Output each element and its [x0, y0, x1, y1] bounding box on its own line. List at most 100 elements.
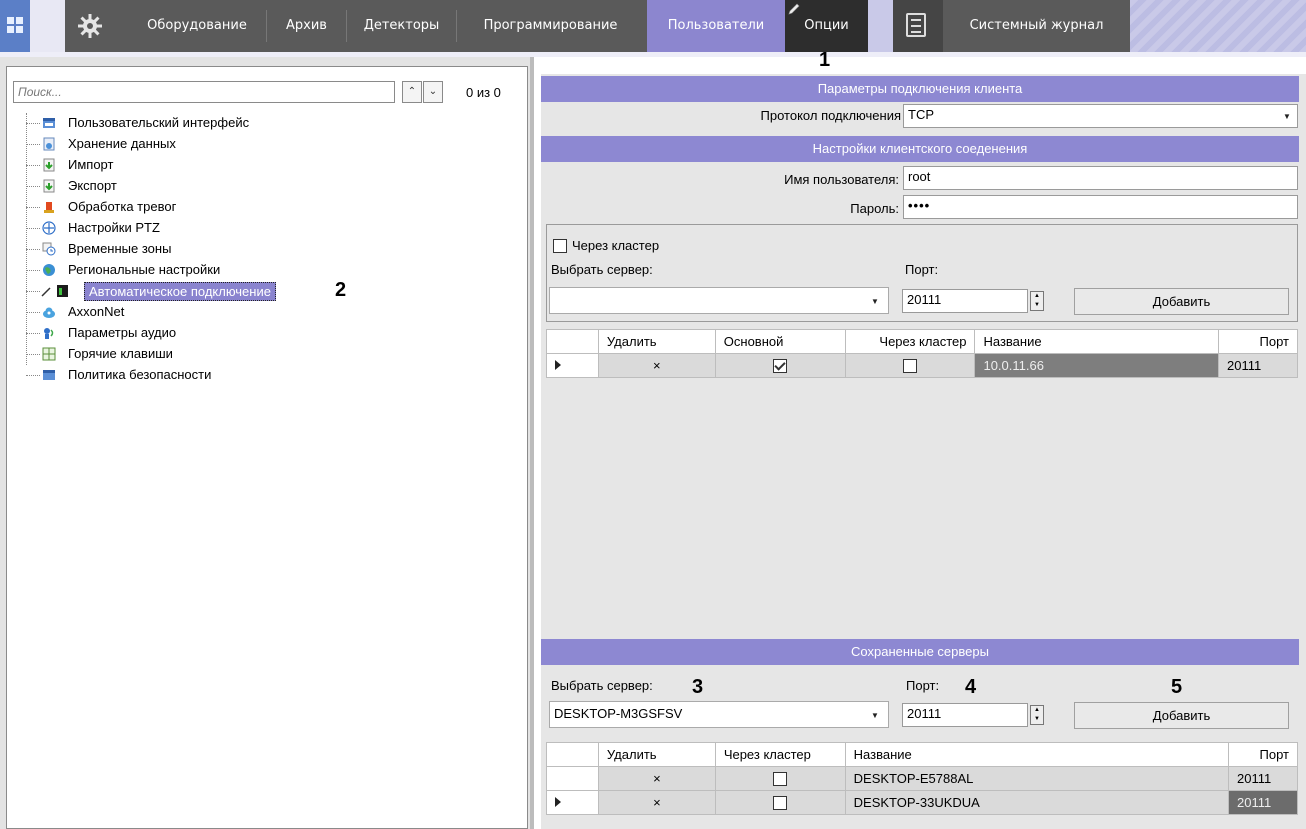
callout-3: 3 — [692, 676, 704, 698]
saved-servers-header: Сохраненные серверы — [541, 639, 1299, 665]
nav-tab-system-journal[interactable]: Системный журнал — [943, 0, 1130, 52]
client-connection-header: Настройки клиентского соеденения — [541, 136, 1299, 162]
callout-1: 1 — [819, 49, 831, 71]
primary-checkbox[interactable] — [773, 359, 788, 374]
import-icon — [43, 158, 55, 172]
table-header-cell: Основной — [714, 329, 846, 354]
saved-port-field[interactable]: 20111 — [902, 703, 1028, 727]
port-field[interactable]: 20111 — [902, 289, 1028, 313]
table-header-cell — [546, 329, 599, 354]
username-label: Имя пользователя: — [784, 172, 899, 187]
saved-server-select[interactable]: DESKTOP-M3GSFSV — [549, 701, 889, 728]
export-icon — [43, 179, 55, 193]
table-header-row: Удалить Основной Через кластер Название … — [546, 329, 1298, 354]
row-pointer-icon — [555, 360, 561, 370]
search-match-count: 0 из 0 — [466, 85, 501, 100]
saved-servers-table: Удалить Через кластер Название Порт × DE… — [546, 742, 1298, 815]
via-cluster-cell[interactable] — [844, 353, 976, 378]
saved-add-button[interactable]: Добавить — [1074, 702, 1289, 729]
primary-cell[interactable] — [714, 353, 846, 378]
time-zones-icon — [42, 242, 56, 256]
globe-icon — [43, 264, 55, 276]
port-label: Порт: — [905, 262, 939, 277]
add-button[interactable]: Добавить — [1074, 288, 1289, 315]
top-navigation: Оборудование Архив Детекторы Программиро… — [0, 0, 1306, 70]
name-cell[interactable]: DESKTOP-E5788AL — [844, 766, 1230, 791]
gear-icon[interactable] — [78, 14, 102, 38]
password-label: Пароль: — [850, 201, 899, 216]
password-field[interactable]: •••• — [903, 195, 1298, 219]
connection-params-header: Параметры подключения клиента — [541, 76, 1299, 102]
table-header-cell: Удалить — [597, 742, 716, 767]
delete-cell[interactable]: × — [597, 766, 716, 791]
port-cell[interactable]: 20111 — [1228, 790, 1298, 815]
row-pointer-icon — [555, 797, 561, 807]
nav-tab-detectors[interactable]: Детекторы — [347, 0, 456, 52]
table-header-cell: Название — [974, 329, 1220, 354]
table-header-cell — [546, 742, 599, 767]
callout-5: 5 — [1171, 676, 1183, 698]
tree-line — [26, 113, 27, 365]
delete-cell[interactable]: × — [597, 790, 716, 815]
table-row[interactable]: × 10.0.11.66 20111 — [546, 353, 1298, 378]
cloud-icon — [43, 307, 55, 318]
via-cluster-cell[interactable] — [714, 766, 846, 791]
nav-spacer — [30, 0, 65, 52]
ptz-icon — [42, 221, 56, 235]
port-stepper[interactable]: ▲ ▼ — [1030, 291, 1044, 311]
row-indicator — [546, 353, 599, 378]
table-row[interactable]: × DESKTOP-33UKDUA 20111 — [546, 790, 1298, 815]
row-indicator — [546, 790, 599, 815]
port-label: Порт: — [906, 678, 940, 693]
storage-icon — [43, 137, 55, 151]
nav-tab-archive[interactable]: Архив — [267, 0, 346, 52]
journal-icon[interactable] — [906, 13, 926, 37]
nav-tab-programming[interactable]: Программирование — [457, 0, 644, 52]
port-cell[interactable]: 20111 — [1218, 353, 1298, 378]
table-header-cell: Через кластер — [844, 329, 976, 354]
pencil-icon — [788, 3, 800, 15]
auto-connect-icon — [41, 285, 68, 297]
via-cluster-cell[interactable] — [714, 790, 846, 815]
window-icon — [43, 118, 55, 128]
security-icon — [43, 370, 55, 380]
table-header-cell: Порт — [1228, 742, 1298, 767]
nav-tab-users[interactable]: Пользователи — [647, 0, 785, 52]
server-select[interactable] — [549, 287, 889, 314]
nav-background-pattern — [1130, 0, 1306, 52]
table-header-cell: Порт — [1218, 329, 1298, 354]
nav-spacer — [868, 0, 893, 52]
chevron-down-icon: ▼ — [871, 711, 879, 720]
servers-table: Удалить Основной Через кластер Название … — [546, 329, 1298, 378]
nav-tab-equipment[interactable]: Оборудование — [128, 0, 266, 52]
delete-cell[interactable]: × — [597, 353, 716, 378]
table-row[interactable]: × DESKTOP-E5788AL 20111 — [546, 766, 1298, 791]
select-server-label: Выбрать сервер: — [551, 262, 653, 277]
select-server-label: Выбрать сервер: — [551, 678, 653, 693]
saved-port-stepper[interactable]: ▲ ▼ — [1030, 705, 1044, 725]
search-next-button[interactable]: ⌄ — [423, 81, 443, 103]
callout-4: 4 — [965, 676, 977, 698]
username-field[interactable]: root — [903, 166, 1298, 190]
table-header-cell: Название — [844, 742, 1230, 767]
via-cluster-checkbox[interactable] — [773, 796, 788, 811]
apps-grid-icon[interactable] — [0, 0, 30, 52]
search-prev-button[interactable]: ⌃ — [402, 81, 422, 103]
via-cluster-checkbox[interactable] — [903, 359, 918, 374]
chevron-down-icon: ▼ — [1283, 112, 1291, 121]
name-cell[interactable]: 10.0.11.66 — [974, 353, 1220, 378]
search-input[interactable]: Поиск... — [13, 81, 395, 103]
audio-icon — [44, 328, 54, 339]
hotkeys-icon — [42, 347, 56, 361]
protocol-select[interactable]: TCP — [903, 104, 1298, 128]
chevron-down-icon: ▼ — [871, 297, 879, 306]
table-header-cell: Через кластер — [714, 742, 846, 767]
protocol-label: Протокол подключения — [760, 108, 901, 123]
name-cell[interactable]: DESKTOP-33UKDUA — [844, 790, 1230, 815]
port-cell[interactable]: 20111 — [1228, 766, 1298, 791]
via-cluster-label: Через кластер — [572, 238, 660, 253]
row-indicator — [546, 766, 599, 791]
via-cluster-checkbox[interactable] — [553, 239, 567, 253]
via-cluster-checkbox[interactable] — [773, 772, 788, 787]
callout-2: 2 — [335, 279, 347, 301]
